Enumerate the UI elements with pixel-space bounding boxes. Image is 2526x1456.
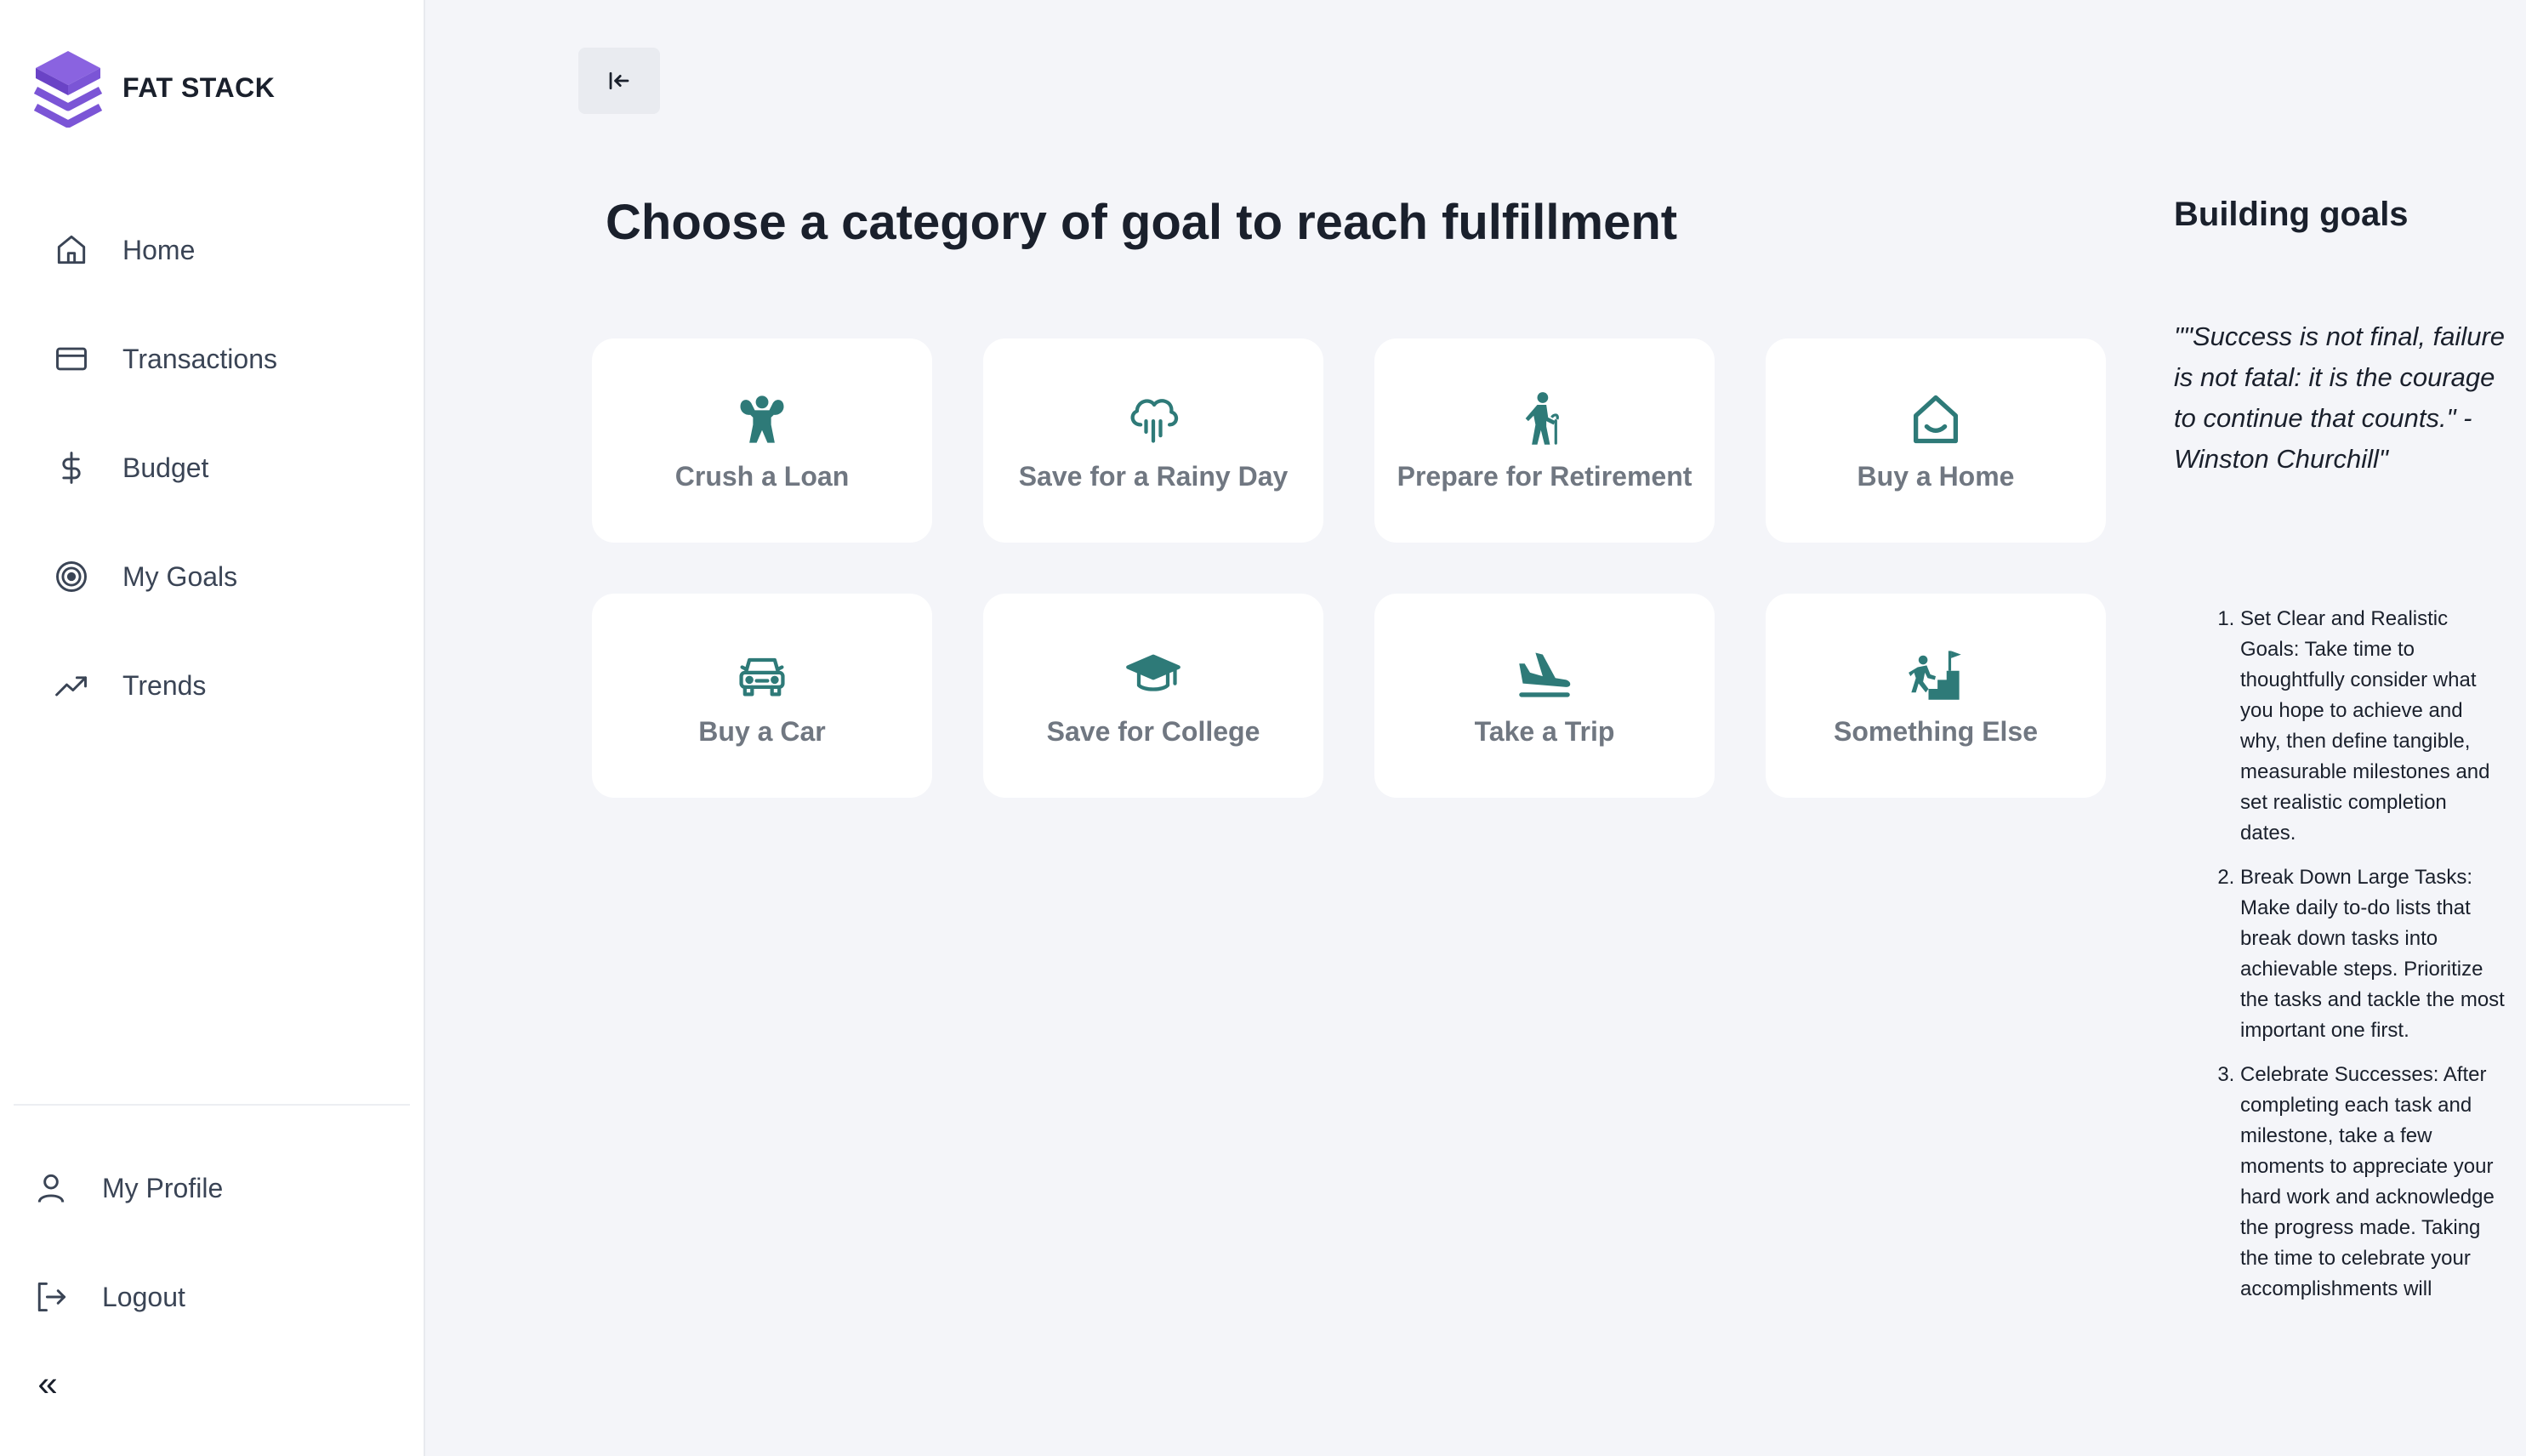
sidebar-item-trends[interactable]: Trends: [0, 631, 424, 740]
category-card-buy-a-home[interactable]: Buy a Home: [1766, 338, 2106, 543]
climbing-stairs-flag-icon: [1906, 645, 1966, 704]
sidebar-item-label: Home: [122, 234, 196, 265]
goal-category-grid: Crush a Loan Save for a Rainy Day Prepar…: [592, 338, 2106, 798]
sidebar-item-my-profile[interactable]: My Profile: [0, 1134, 424, 1243]
sidebar-item-budget[interactable]: Budget: [0, 413, 424, 522]
target-icon: [51, 556, 92, 597]
user-icon: [31, 1168, 71, 1209]
trending-up-icon: [51, 665, 92, 706]
category-label: Take a Trip: [1474, 715, 1615, 747]
sidebar-item-label: Trends: [122, 669, 207, 701]
page-title: Choose a category of goal to reach fulfi…: [606, 195, 1678, 250]
brand-name: FAT STACK: [122, 71, 276, 103]
building-goals-panel: Building goals ""Success is not final, f…: [2174, 0, 2526, 1456]
rain-cloud-icon: [1124, 390, 1183, 449]
category-card-crush-a-loan[interactable]: Crush a Loan: [592, 338, 932, 543]
airplane-landing-icon: [1515, 645, 1574, 704]
tips-list: Set Clear and Realistic Goals: Take time…: [2216, 604, 2506, 1318]
dollar-icon: [51, 447, 92, 488]
panel-title: Building goals: [2174, 196, 2409, 233]
sidebar-item-home[interactable]: Home: [0, 196, 424, 304]
sidebar-item-label: My Goals: [122, 560, 238, 592]
tip-item: Break Down Large Tasks: Make daily to-do…: [2240, 862, 2506, 1046]
sidebar: FAT STACK Home Transactions Budget My Go…: [0, 0, 425, 1456]
category-label: Prepare for Retirement: [1397, 460, 1693, 492]
category-card-buy-a-car[interactable]: Buy a Car: [592, 594, 932, 798]
credit-card-icon: [51, 338, 92, 379]
collapse-panel-button[interactable]: [578, 48, 660, 114]
sidebar-divider: [14, 1104, 410, 1106]
brand[interactable]: FAT STACK: [32, 48, 275, 128]
tip-item: Celebrate Successes: After completing ea…: [2240, 1060, 2506, 1305]
sidebar-item-transactions[interactable]: Transactions: [0, 304, 424, 413]
house-icon: [1906, 390, 1966, 449]
sidebar-bottom-nav: My Profile Logout: [0, 1134, 424, 1351]
sidebar-item-label: Logout: [102, 1281, 185, 1312]
sidebar-item-label: Budget: [122, 452, 209, 483]
quote-text: ""Success is not final, failure is not f…: [2174, 321, 2506, 474]
category-card-save-for-college[interactable]: Save for College: [983, 594, 1323, 798]
category-label: Buy a Car: [698, 715, 826, 747]
category-card-take-a-trip[interactable]: Take a Trip: [1374, 594, 1715, 798]
sidebar-nav: Home Transactions Budget My Goals Trends: [0, 196, 424, 740]
sidebar-item-my-goals[interactable]: My Goals: [0, 522, 424, 631]
category-card-something-else[interactable]: Something Else: [1766, 594, 2106, 798]
category-label: Crush a Loan: [674, 460, 850, 492]
arrow-left-to-line-icon: [609, 71, 629, 90]
strongman-icon: [732, 390, 792, 449]
sidebar-item-logout[interactable]: Logout: [0, 1243, 424, 1351]
collapse-sidebar-button[interactable]: «: [31, 1362, 65, 1405]
category-label: Buy a Home: [1857, 460, 2015, 492]
category-card-save-for-a-rainy-day[interactable]: Save for a Rainy Day: [983, 338, 1323, 543]
app-root: FAT STACK Home Transactions Budget My Go…: [0, 0, 2526, 1456]
car-icon: [732, 645, 792, 704]
category-label: Something Else: [1833, 715, 2039, 747]
category-card-prepare-for-retirement[interactable]: Prepare for Retirement: [1374, 338, 1715, 543]
stack-logo-icon: [33, 51, 103, 128]
elder-walking-icon: [1515, 390, 1574, 449]
logout-icon: [31, 1277, 71, 1317]
sidebar-item-label: Transactions: [122, 343, 277, 374]
sidebar-item-label: My Profile: [102, 1172, 224, 1203]
home-icon: [51, 230, 92, 270]
tip-item: Set Clear and Realistic Goals: Take time…: [2240, 604, 2506, 849]
category-label: Save for a Rainy Day: [1018, 460, 1289, 492]
graduation-cap-icon: [1124, 645, 1183, 704]
category-label: Save for College: [1046, 715, 1260, 747]
